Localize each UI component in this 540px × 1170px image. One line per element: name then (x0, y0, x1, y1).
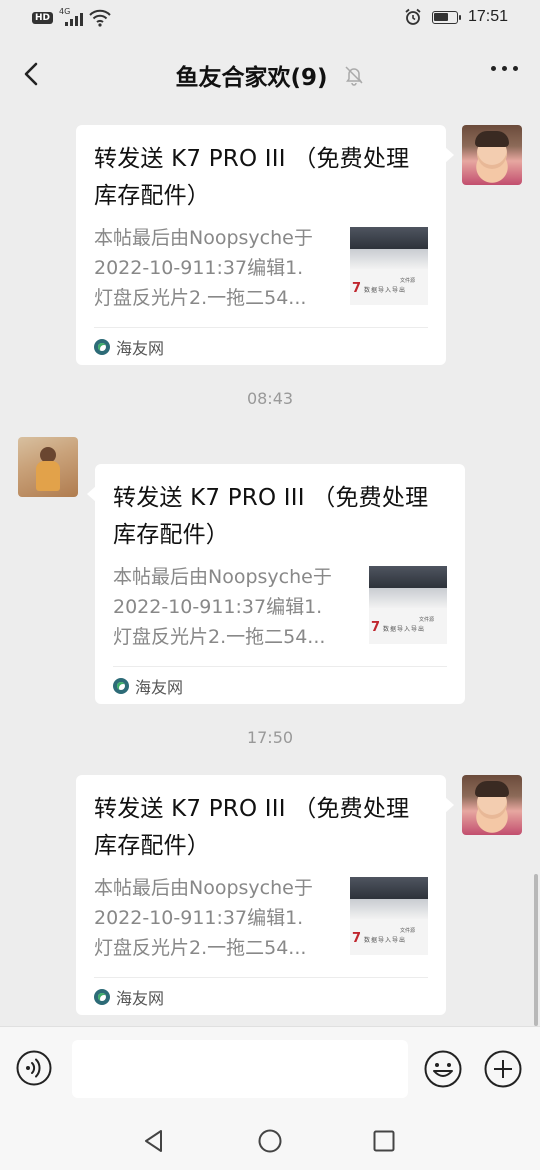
source-name: 海友网 (116, 988, 165, 1008)
source-name: 海友网 (116, 338, 165, 358)
card-desc-line: 2022-10-911:37编辑1. (113, 596, 323, 618)
home-circle-icon[interactable] (257, 1128, 283, 1154)
link-card[interactable]: 转发送 K7 PRO III （免费处理 库存配件） 本帖最后由Noopsych… (87, 464, 465, 704)
system-navigation-bar (0, 1112, 540, 1170)
card-title: 转发送 K7 PRO III （免费处理 库存配件） (113, 480, 447, 554)
thumb-text: 文件源 (400, 278, 416, 284)
chat-title: 鱼友合家欢(9) (175, 65, 328, 91)
link-card[interactable]: 转发送 K7 PRO III （免费处理 库存配件） 本帖最后由Noopsych… (76, 125, 454, 365)
message-timestamp: 17:50 (246, 728, 294, 747)
card-desc-line: 灯盘反光片2.一拖二54... (113, 626, 326, 648)
card-source: 海友网 (94, 327, 428, 365)
card-title-line: 库存配件） (113, 522, 229, 548)
source-logo-icon (94, 988, 110, 1005)
card-desc-line: 2022-10-911:37编辑1. (94, 907, 304, 929)
card-desc-line: 2022-10-911:37编辑1. (94, 257, 304, 279)
card-description: 本帖最后由Noopsyche于 2022-10-911:37编辑1. 灯盘反光片… (113, 562, 358, 652)
wifi-icon (89, 9, 111, 27)
message-input[interactable] (72, 1040, 408, 1098)
avatar[interactable] (462, 125, 522, 185)
recents-square-icon[interactable] (371, 1128, 397, 1154)
card-title-line: 转发送 K7 PRO III （免费处理 (94, 146, 410, 172)
bell-off-icon (345, 66, 363, 86)
thumb-text: 数据导入导出 (364, 287, 407, 294)
card-title-line: 库存配件） (94, 833, 210, 859)
card-description: 本帖最后由Noopsyche于 2022-10-911:37编辑1. 灯盘反光片… (94, 873, 339, 963)
back-triangle-icon[interactable] (141, 1128, 167, 1154)
emoji-icon[interactable] (424, 1050, 462, 1088)
card-title-line: 库存配件） (94, 183, 210, 209)
thumb-text: 数据导入导出 (383, 626, 426, 633)
more-dots-icon[interactable] (491, 66, 518, 71)
voice-icon[interactable] (16, 1050, 52, 1086)
card-desc-line: 本帖最后由Noopsyche于 (113, 566, 332, 588)
thumb-text: 文件源 (419, 617, 435, 623)
avatar[interactable] (18, 437, 78, 497)
source-name: 海友网 (135, 677, 184, 697)
card-desc-line: 灯盘反光片2.一拖二54... (94, 937, 307, 959)
hd-badge: HD (32, 12, 54, 24)
scrollbar[interactable] (534, 874, 538, 1026)
card-desc-line: 本帖最后由Noopsyche于 (94, 877, 313, 899)
input-bar (0, 1026, 540, 1112)
source-logo-icon (94, 338, 110, 355)
card-description: 本帖最后由Noopsyche于 2022-10-911:37编辑1. 灯盘反光片… (94, 223, 339, 313)
card-desc-line: 本帖最后由Noopsyche于 (94, 227, 313, 249)
status-time: 17:51 (467, 8, 508, 25)
thumb-number: 7 (371, 620, 381, 635)
card-title: 转发送 K7 PRO III （免费处理 库存配件） (94, 791, 428, 865)
cellular-signal-icon: 4G (59, 7, 84, 26)
card-title-line: 转发送 K7 PRO III （免费处理 (94, 796, 410, 822)
avatar[interactable] (462, 775, 522, 835)
status-bar: HD 4G 17:51 (0, 0, 540, 38)
thumb-text: 文件源 (400, 928, 416, 934)
thumb-number: 7 (352, 931, 362, 946)
plus-circle-icon[interactable] (484, 1050, 522, 1088)
card-desc-line: 灯盘反光片2.一拖二54... (94, 287, 307, 309)
card-source: 海友网 (94, 977, 428, 1015)
card-title: 转发送 K7 PRO III （免费处理 库存配件） (94, 141, 428, 215)
thumb-text: 数据导入导出 (364, 937, 407, 944)
card-title-line: 转发送 K7 PRO III （免费处理 (113, 485, 429, 511)
alarm-icon (405, 8, 421, 25)
chat-header: 鱼友合家欢(9) (0, 38, 540, 110)
card-source: 海友网 (113, 666, 447, 704)
link-card[interactable]: 转发送 K7 PRO III （免费处理 库存配件） 本帖最后由Noopsych… (76, 775, 454, 1015)
battery-icon (431, 10, 461, 24)
chat-message-list[interactable]: 转发送 K7 PRO III （免费处理 库存配件） 本帖最后由Noopsych… (0, 110, 540, 1026)
card-thumbnail: 7 文件源 数据导入导出 (350, 877, 428, 955)
source-logo-icon (113, 677, 129, 694)
thumb-number: 7 (352, 281, 362, 296)
card-thumbnail: 7 文件源 数据导入导出 (350, 227, 428, 305)
card-thumbnail: 7 文件源 数据导入导出 (369, 566, 447, 644)
message-timestamp: 08:43 (246, 389, 294, 408)
